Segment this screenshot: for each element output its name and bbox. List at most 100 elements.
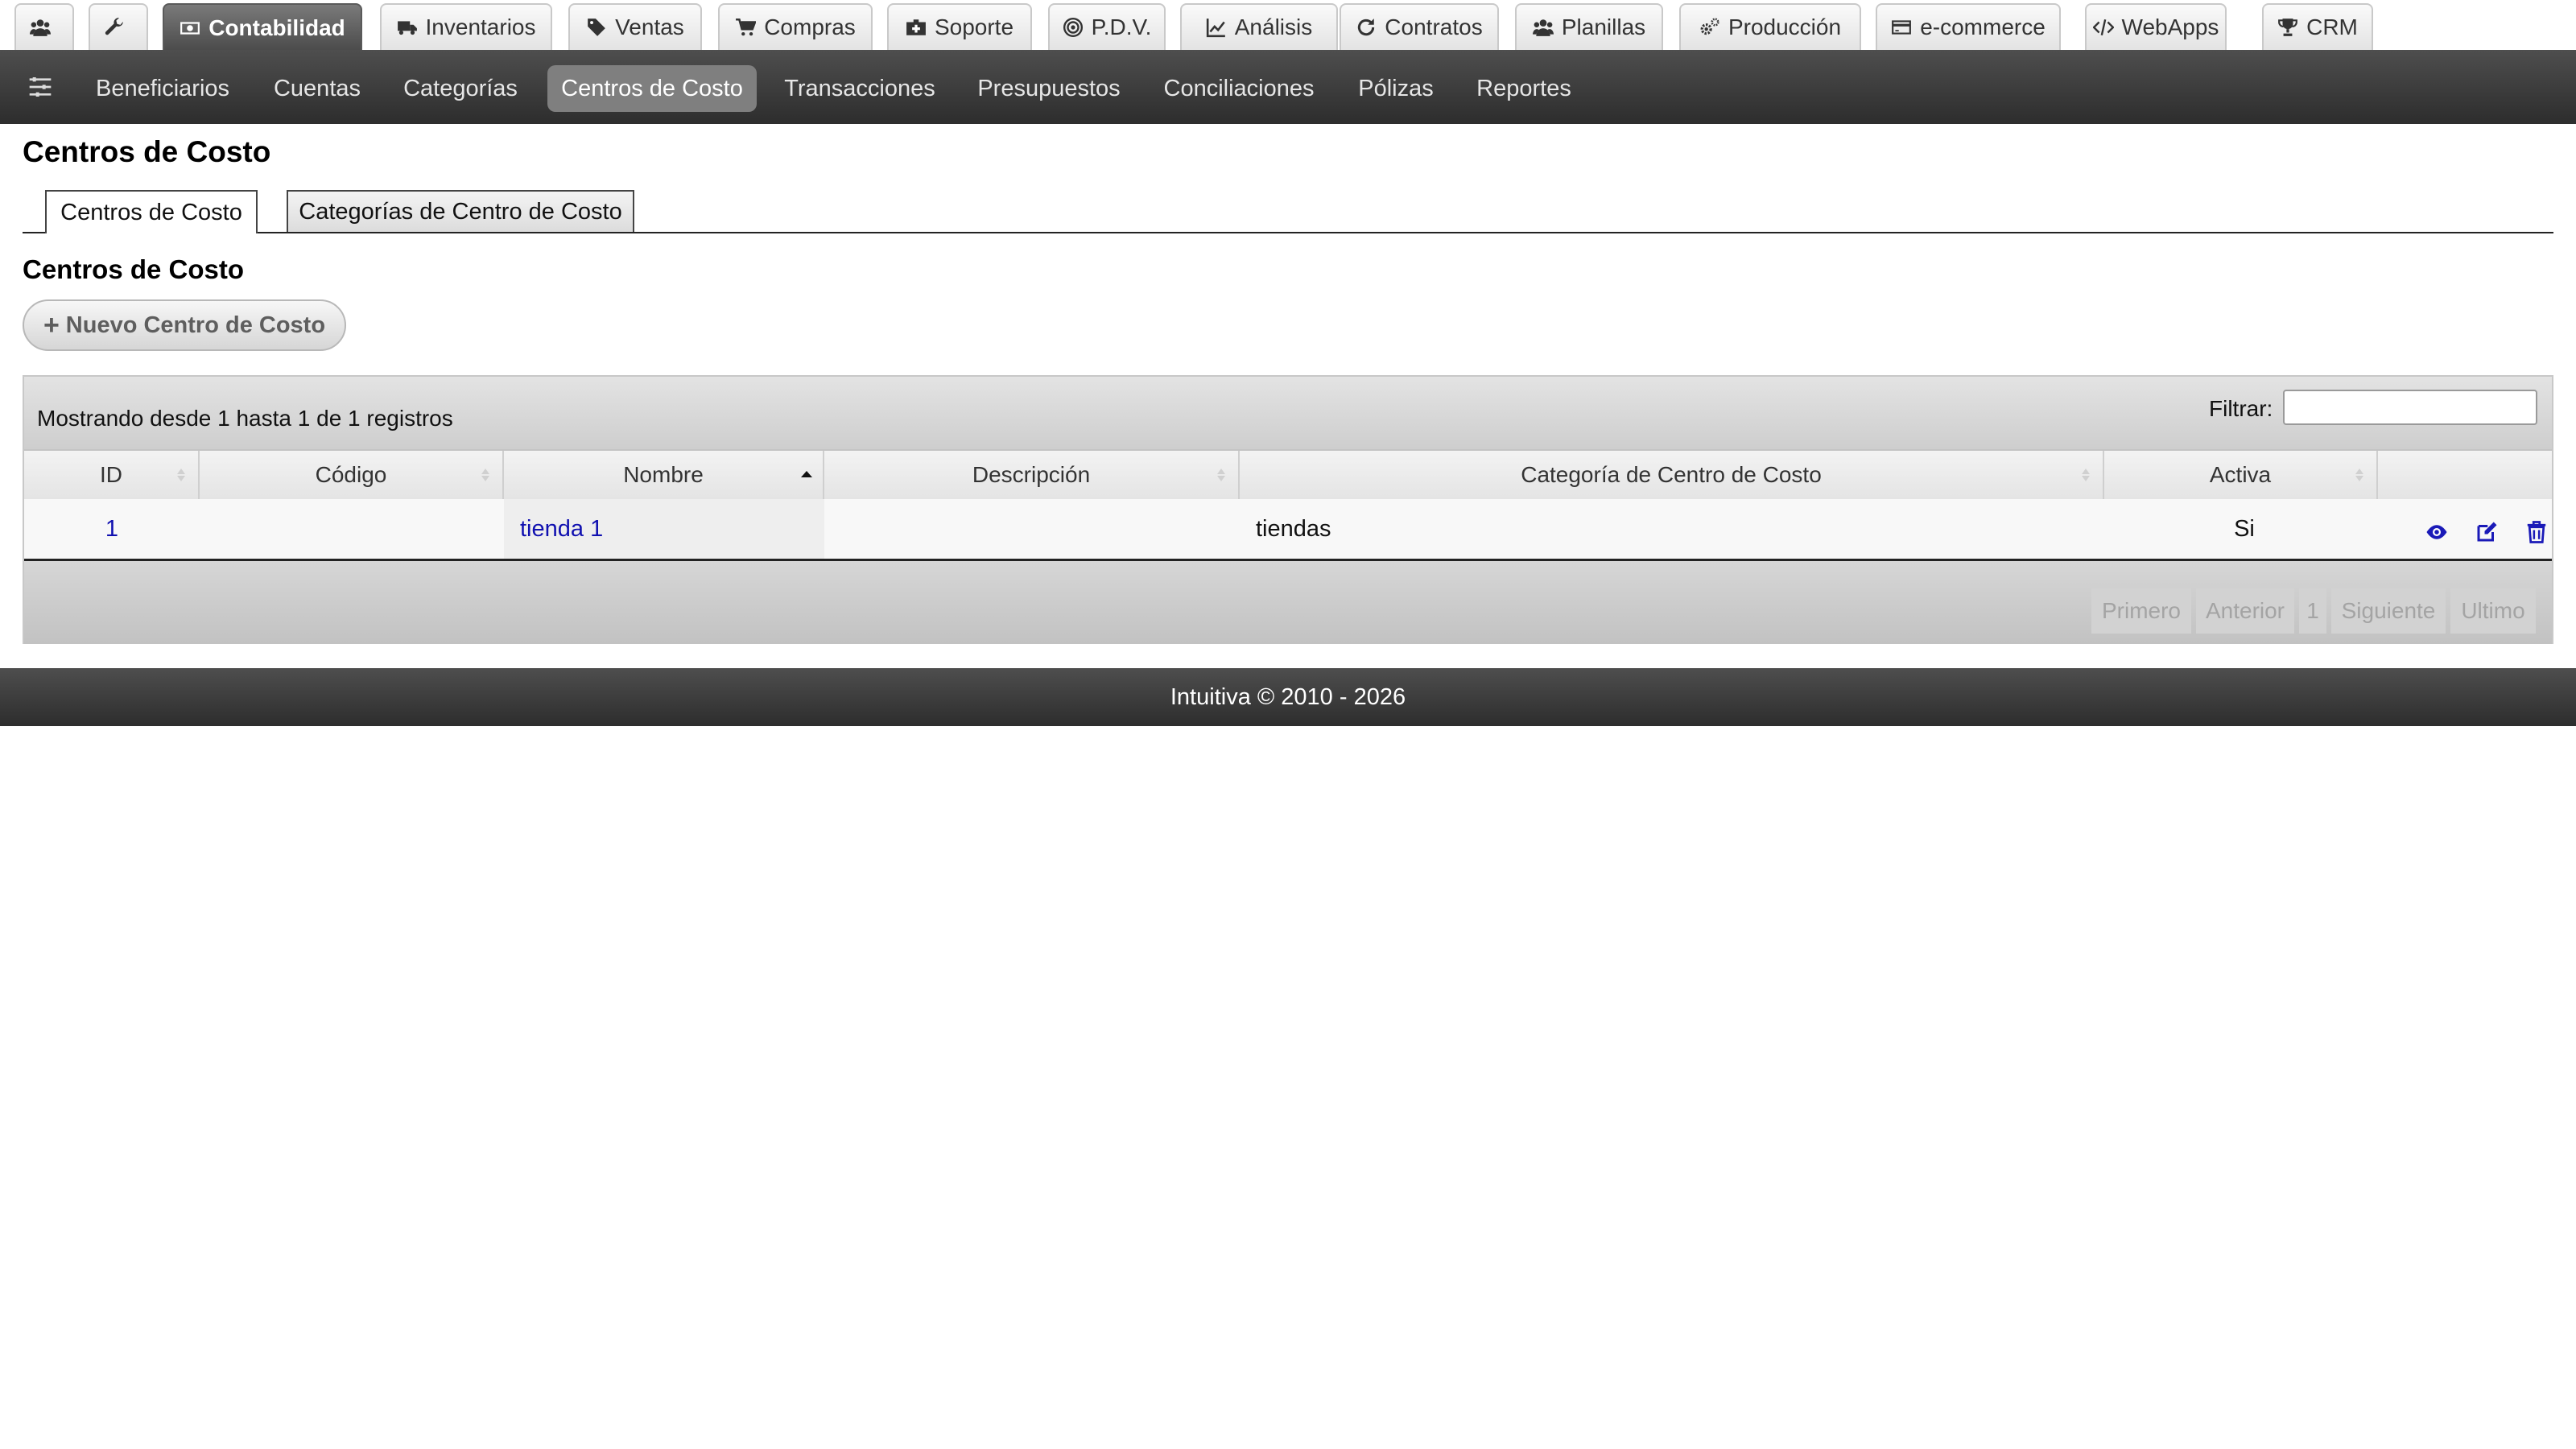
column-header-label: Nombre	[623, 462, 704, 487]
column-header-id[interactable]: ID	[24, 451, 200, 499]
truck-icon	[397, 21, 417, 35]
new-cost-center-button[interactable]: + Nuevo Centro de Costo	[23, 299, 346, 351]
tab-soporte[interactable]: Soporte	[887, 3, 1032, 50]
sub-nav-reportes[interactable]: Reportes	[1468, 65, 1579, 112]
tab-webapps[interactable]: WebApps	[2085, 3, 2227, 50]
module-tab-label: Producción	[1728, 14, 1842, 39]
sub-nav-categorias[interactable]: Categorías	[394, 65, 526, 112]
trophy-icon	[2278, 19, 2298, 36]
app-root: Contabilidad Inventarios Ventas Compras …	[0, 0, 2576, 1449]
column-header-label: Activa	[2209, 462, 2272, 487]
tab-categorias-centro-de-costo[interactable]: Categorías de Centro de Costo	[287, 190, 634, 232]
section-title: Centros de Costo	[23, 254, 245, 284]
cost-centers-table: Mostrando desde 1 hasta 1 de 1 registros…	[23, 375, 2553, 644]
pager-next[interactable]: Siguiente	[2331, 588, 2446, 634]
edit-button[interactable]	[2475, 520, 2499, 544]
records-info: Mostrando desde 1 hasta 1 de 1 registros	[37, 406, 453, 431]
sort-both-icon	[177, 469, 185, 481]
tab-centros-de-costo[interactable]: Centros de Costo	[45, 190, 258, 233]
sort-asc-icon	[801, 471, 812, 477]
tab-produccion[interactable]: Producción	[1679, 3, 1861, 50]
tab-crm[interactable]: CRM	[2262, 3, 2373, 50]
module-tab-label: Planillas	[1561, 14, 1646, 39]
module-tab-label: Contratos	[1385, 14, 1483, 39]
row-nombre-link[interactable]: tienda 1	[520, 516, 603, 543]
new-cost-center-label: Nuevo Centro de Costo	[65, 312, 326, 338]
pager-first[interactable]: Primero	[2091, 588, 2191, 634]
cart-icon	[736, 18, 757, 36]
tab-settings[interactable]	[89, 3, 148, 50]
column-header-label: ID	[100, 462, 122, 487]
eye-icon	[2426, 525, 2447, 539]
edit-icon	[2477, 522, 2497, 542]
cell-activa: Si	[2234, 515, 2255, 542]
module-tab-label: Inventarios	[425, 14, 536, 39]
column-header-label: Descripción	[972, 462, 1091, 487]
pager-last[interactable]: Ultimo	[2450, 588, 2536, 634]
medkit-icon	[906, 19, 926, 35]
pager-previous[interactable]: Anterior	[2196, 588, 2294, 634]
trash-icon	[2527, 521, 2546, 543]
table-toolbar: Mostrando desde 1 hasta 1 de 1 registros…	[24, 377, 2552, 449]
cell-id[interactable]: 1	[24, 499, 200, 559]
footer: Intuitiva © 2010 - 2026	[0, 668, 2576, 726]
tab-ecommerce[interactable]: e-commerce	[1876, 3, 2061, 50]
menu-toggle-button[interactable]	[27, 74, 53, 100]
pager-page-1[interactable]: 1	[2299, 588, 2326, 634]
cell-categoria: tiendas	[1256, 515, 1331, 542]
sub-nav-transacciones[interactable]: Transacciones	[776, 65, 943, 112]
cell-codigo	[200, 499, 504, 559]
column-header-categoria[interactable]: Categoría de Centro de Costo	[1240, 451, 2104, 499]
tab-pdv[interactable]: P.D.V.	[1048, 3, 1166, 50]
column-header-descripcion[interactable]: Descripción	[824, 451, 1240, 499]
tab-compras[interactable]: Compras	[718, 3, 873, 50]
tab-inventarios[interactable]: Inventarios	[380, 3, 552, 50]
target-icon	[1063, 17, 1083, 38]
sub-nav-polizas[interactable]: Pólizas	[1346, 65, 1446, 112]
tab-users[interactable]	[14, 3, 74, 50]
module-tab-label: Contabilidad	[208, 15, 345, 40]
tags-icon	[588, 19, 606, 36]
module-tab-label: P.D.V.	[1091, 14, 1152, 39]
sub-nav-beneficiarios[interactable]: Beneficiarios	[85, 65, 240, 112]
sort-both-icon	[1217, 469, 1225, 481]
plus-icon: +	[43, 309, 60, 341]
module-tab-bar: Contabilidad Inventarios Ventas Compras …	[0, 0, 2576, 52]
module-tab-label: e-commerce	[1920, 14, 2046, 39]
module-tab-label: Ventas	[615, 14, 684, 39]
column-header-label: Categoría de Centro de Costo	[1521, 462, 1822, 487]
tab-planillas[interactable]: Planillas	[1515, 3, 1663, 50]
tab-analisis[interactable]: Análisis	[1180, 3, 1338, 50]
sub-nav-cuentas[interactable]: Cuentas	[262, 65, 372, 112]
refresh-icon	[1358, 19, 1375, 36]
view-button[interactable]	[2425, 520, 2449, 544]
sliders-icon	[29, 77, 52, 97]
sort-both-icon	[2082, 469, 2090, 481]
sort-both-icon	[2355, 469, 2363, 481]
row-id-link[interactable]: 1	[105, 516, 118, 543]
line-chart-icon	[1206, 19, 1225, 38]
tab-contabilidad[interactable]: Contabilidad	[163, 3, 362, 52]
copyright-text: Intuitiva © 2010 - 2026	[1170, 683, 1406, 710]
column-header-activa[interactable]: Activa	[2104, 451, 2378, 499]
gears-icon	[1700, 18, 1719, 35]
page-tabs: Centros de Costo Categorías de Centro de…	[23, 190, 2553, 233]
sort-both-icon	[481, 469, 489, 481]
tab-ventas[interactable]: Ventas	[568, 3, 702, 50]
sub-nav-centros-de-costo[interactable]: Centros de Costo	[547, 65, 757, 112]
module-tab-label: Compras	[764, 14, 856, 39]
filter-input[interactable]	[2283, 390, 2537, 425]
module-tab-label: CRM	[2306, 14, 2358, 39]
delete-button[interactable]	[2524, 520, 2549, 544]
sub-nav-presupuestos[interactable]: Presupuestos	[964, 65, 1133, 112]
cell-descripcion	[824, 499, 1240, 559]
column-header-codigo[interactable]: Código	[200, 451, 504, 499]
wrench-icon	[105, 18, 123, 35]
sub-nav-conciliaciones[interactable]: Conciliaciones	[1154, 65, 1323, 112]
filter-label: Filtrar:	[2209, 396, 2273, 421]
tab-contratos[interactable]: Contratos	[1340, 3, 1499, 50]
column-header-nombre[interactable]: Nombre	[504, 451, 824, 499]
table-footer: Primero Anterior 1 Siguiente Ultimo	[24, 561, 2552, 644]
module-tab-label: WebApps	[2121, 14, 2219, 39]
column-header-actions	[2378, 451, 2552, 499]
